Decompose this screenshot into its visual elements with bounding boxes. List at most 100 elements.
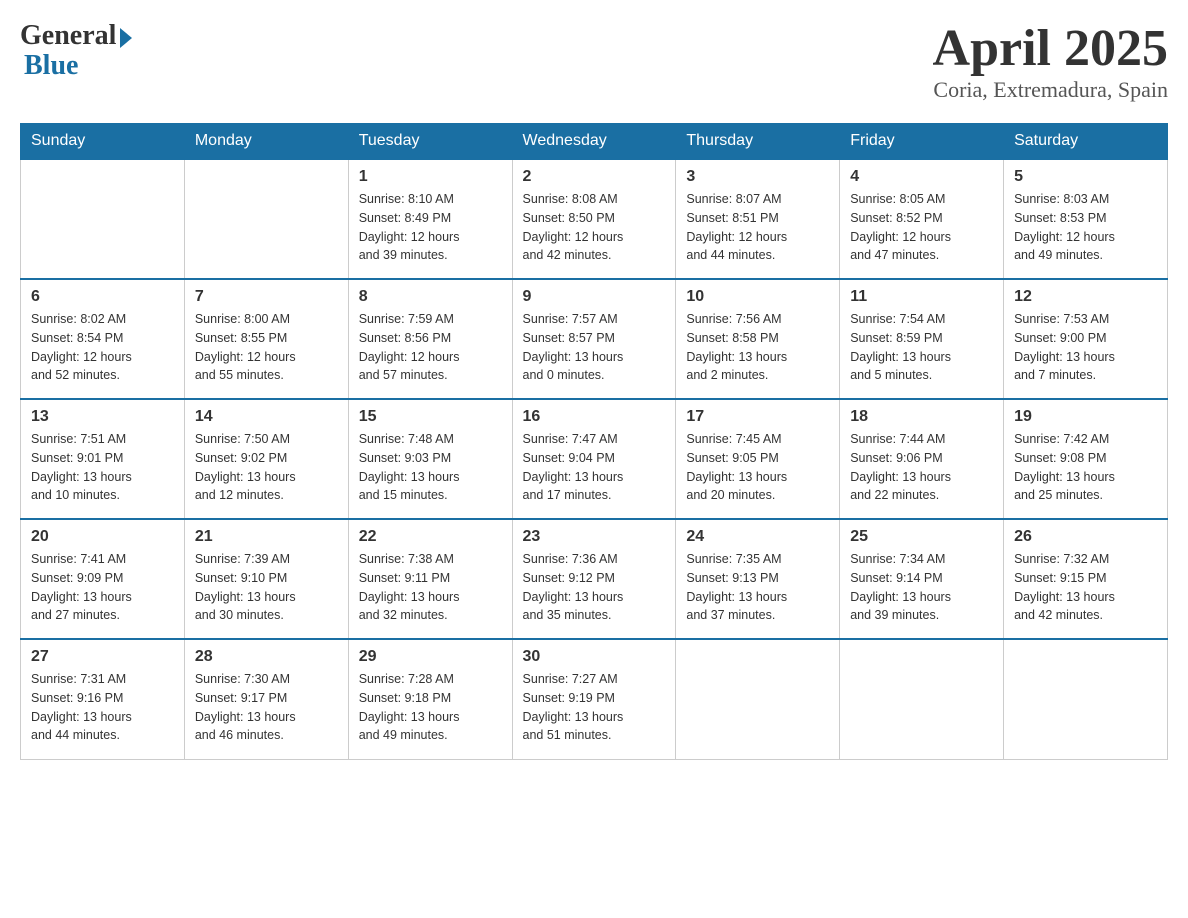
calendar-cell xyxy=(1004,639,1168,759)
day-info: Sunrise: 7:44 AM Sunset: 9:06 PM Dayligh… xyxy=(850,430,993,505)
day-number: 15 xyxy=(359,408,502,426)
logo: General Blue xyxy=(20,20,132,82)
day-info: Sunrise: 8:00 AM Sunset: 8:55 PM Dayligh… xyxy=(195,310,338,385)
weekday-header-saturday: Saturday xyxy=(1004,124,1168,160)
location-subtitle: Coria, Extremadura, Spain xyxy=(933,77,1168,103)
calendar-cell: 30 Sunrise: 7:27 AM Sunset: 9:19 PM Dayli… xyxy=(512,639,676,759)
calendar-cell: 18 Sunrise: 7:44 AM Sunset: 9:06 PM Dayli… xyxy=(840,399,1004,519)
calendar-cell: 15Sunrise: 7:48 AM Sunset: 9:03 PM Dayli… xyxy=(348,399,512,519)
day-number: 11 xyxy=(850,288,993,306)
weekday-header-monday: Monday xyxy=(184,124,348,160)
day-info: Sunrise: 7:51 AM Sunset: 9:01 PM Dayligh… xyxy=(31,430,174,505)
calendar-cell: 1 Sunrise: 8:10 AM Sunset: 8:49 PM Daylig… xyxy=(348,159,512,279)
calendar-cell: 28Sunrise: 7:30 AM Sunset: 9:17 PM Dayli… xyxy=(184,639,348,759)
day-info: Sunrise: 7:41 AM Sunset: 9:09 PM Dayligh… xyxy=(31,550,174,625)
month-title: April 2025 xyxy=(933,20,1168,77)
calendar-cell: 12 Sunrise: 7:53 AM Sunset: 9:00 PM Dayli… xyxy=(1004,279,1168,399)
calendar-cell: 11 Sunrise: 7:54 AM Sunset: 8:59 PM Dayli… xyxy=(840,279,1004,399)
day-number: 9 xyxy=(523,288,666,306)
day-info: Sunrise: 7:34 AM Sunset: 9:14 PM Dayligh… xyxy=(850,550,993,625)
day-info: Sunrise: 7:38 AM Sunset: 9:11 PM Dayligh… xyxy=(359,550,502,625)
day-number: 7 xyxy=(195,288,338,306)
calendar-cell: 20 Sunrise: 7:41 AM Sunset: 9:09 PM Dayli… xyxy=(21,519,185,639)
calendar-cell: 10 Sunrise: 7:56 AM Sunset: 8:58 PM Dayli… xyxy=(676,279,840,399)
weekday-header-tuesday: Tuesday xyxy=(348,124,512,160)
day-number: 21 xyxy=(195,528,338,546)
calendar-week-row: 27Sunrise: 7:31 AM Sunset: 9:16 PM Dayli… xyxy=(21,639,1168,759)
calendar-cell: 6 Sunrise: 8:02 AM Sunset: 8:54 PM Daylig… xyxy=(21,279,185,399)
logo-general-text: General xyxy=(20,20,116,52)
calendar-cell: 4 Sunrise: 8:05 AM Sunset: 8:52 PM Daylig… xyxy=(840,159,1004,279)
calendar-cell xyxy=(840,639,1004,759)
day-info: Sunrise: 8:03 AM Sunset: 8:53 PM Dayligh… xyxy=(1014,190,1157,265)
page-header: General Blue April 2025 Coria, Extremadu… xyxy=(20,20,1168,103)
day-number: 29 xyxy=(359,648,502,666)
day-info: Sunrise: 8:05 AM Sunset: 8:52 PM Dayligh… xyxy=(850,190,993,265)
calendar-cell: 22 Sunrise: 7:38 AM Sunset: 9:11 PM Dayli… xyxy=(348,519,512,639)
day-number: 30 xyxy=(523,648,666,666)
day-info: Sunrise: 7:27 AM Sunset: 9:19 PM Dayligh… xyxy=(523,670,666,745)
day-info: Sunrise: 8:08 AM Sunset: 8:50 PM Dayligh… xyxy=(523,190,666,265)
calendar-cell: 26Sunrise: 7:32 AM Sunset: 9:15 PM Dayli… xyxy=(1004,519,1168,639)
calendar-cell: 23 Sunrise: 7:36 AM Sunset: 9:12 PM Dayli… xyxy=(512,519,676,639)
calendar-cell: 19 Sunrise: 7:42 AM Sunset: 9:08 PM Dayli… xyxy=(1004,399,1168,519)
calendar-cell: 29Sunrise: 7:28 AM Sunset: 9:18 PM Dayli… xyxy=(348,639,512,759)
day-number: 1 xyxy=(359,168,502,186)
calendar-week-row: 1 Sunrise: 8:10 AM Sunset: 8:49 PM Daylig… xyxy=(21,159,1168,279)
day-number: 13 xyxy=(31,408,174,426)
day-number: 2 xyxy=(523,168,666,186)
day-info: Sunrise: 7:53 AM Sunset: 9:00 PM Dayligh… xyxy=(1014,310,1157,385)
day-number: 6 xyxy=(31,288,174,306)
day-number: 4 xyxy=(850,168,993,186)
calendar-cell: 2 Sunrise: 8:08 AM Sunset: 8:50 PM Daylig… xyxy=(512,159,676,279)
calendar-cell: 5 Sunrise: 8:03 AM Sunset: 8:53 PM Daylig… xyxy=(1004,159,1168,279)
day-info: Sunrise: 7:36 AM Sunset: 9:12 PM Dayligh… xyxy=(523,550,666,625)
calendar-week-row: 13 Sunrise: 7:51 AM Sunset: 9:01 PM Dayli… xyxy=(21,399,1168,519)
calendar-cell xyxy=(676,639,840,759)
weekday-header-thursday: Thursday xyxy=(676,124,840,160)
day-info: Sunrise: 7:57 AM Sunset: 8:57 PM Dayligh… xyxy=(523,310,666,385)
calendar-week-row: 6 Sunrise: 8:02 AM Sunset: 8:54 PM Daylig… xyxy=(21,279,1168,399)
title-block: April 2025 Coria, Extremadura, Spain xyxy=(933,20,1168,103)
day-number: 23 xyxy=(523,528,666,546)
calendar-table: SundayMondayTuesdayWednesdayThursdayFrid… xyxy=(20,123,1168,760)
calendar-cell: 14Sunrise: 7:50 AM Sunset: 9:02 PM Dayli… xyxy=(184,399,348,519)
day-number: 19 xyxy=(1014,408,1157,426)
day-number: 3 xyxy=(686,168,829,186)
day-info: Sunrise: 8:10 AM Sunset: 8:49 PM Dayligh… xyxy=(359,190,502,265)
day-info: Sunrise: 7:31 AM Sunset: 9:16 PM Dayligh… xyxy=(31,670,174,745)
day-number: 25 xyxy=(850,528,993,546)
day-info: Sunrise: 7:54 AM Sunset: 8:59 PM Dayligh… xyxy=(850,310,993,385)
day-number: 12 xyxy=(1014,288,1157,306)
day-number: 10 xyxy=(686,288,829,306)
calendar-cell: 13 Sunrise: 7:51 AM Sunset: 9:01 PM Dayli… xyxy=(21,399,185,519)
calendar-cell: 8 Sunrise: 7:59 AM Sunset: 8:56 PM Daylig… xyxy=(348,279,512,399)
calendar-cell: 25 Sunrise: 7:34 AM Sunset: 9:14 PM Dayli… xyxy=(840,519,1004,639)
day-info: Sunrise: 7:42 AM Sunset: 9:08 PM Dayligh… xyxy=(1014,430,1157,505)
calendar-body: 1 Sunrise: 8:10 AM Sunset: 8:49 PM Daylig… xyxy=(21,159,1168,759)
calendar-cell: 24 Sunrise: 7:35 AM Sunset: 9:13 PM Dayli… xyxy=(676,519,840,639)
day-number: 24 xyxy=(686,528,829,546)
calendar-cell: 3 Sunrise: 8:07 AM Sunset: 8:51 PM Daylig… xyxy=(676,159,840,279)
calendar-cell: 16Sunrise: 7:47 AM Sunset: 9:04 PM Dayli… xyxy=(512,399,676,519)
day-info: Sunrise: 7:30 AM Sunset: 9:17 PM Dayligh… xyxy=(195,670,338,745)
calendar-header: SundayMondayTuesdayWednesdayThursdayFrid… xyxy=(21,124,1168,160)
day-number: 18 xyxy=(850,408,993,426)
day-info: Sunrise: 7:32 AM Sunset: 9:15 PM Dayligh… xyxy=(1014,550,1157,625)
logo-blue-text: Blue xyxy=(20,50,78,82)
day-number: 22 xyxy=(359,528,502,546)
day-number: 5 xyxy=(1014,168,1157,186)
day-info: Sunrise: 7:59 AM Sunset: 8:56 PM Dayligh… xyxy=(359,310,502,385)
day-info: Sunrise: 7:47 AM Sunset: 9:04 PM Dayligh… xyxy=(523,430,666,505)
day-number: 20 xyxy=(31,528,174,546)
day-info: Sunrise: 8:07 AM Sunset: 8:51 PM Dayligh… xyxy=(686,190,829,265)
calendar-cell: 21Sunrise: 7:39 AM Sunset: 9:10 PM Dayli… xyxy=(184,519,348,639)
calendar-week-row: 20 Sunrise: 7:41 AM Sunset: 9:09 PM Dayli… xyxy=(21,519,1168,639)
weekday-header-wednesday: Wednesday xyxy=(512,124,676,160)
day-info: Sunrise: 8:02 AM Sunset: 8:54 PM Dayligh… xyxy=(31,310,174,385)
day-info: Sunrise: 7:50 AM Sunset: 9:02 PM Dayligh… xyxy=(195,430,338,505)
calendar-cell xyxy=(21,159,185,279)
day-info: Sunrise: 7:35 AM Sunset: 9:13 PM Dayligh… xyxy=(686,550,829,625)
day-number: 8 xyxy=(359,288,502,306)
day-info: Sunrise: 7:56 AM Sunset: 8:58 PM Dayligh… xyxy=(686,310,829,385)
